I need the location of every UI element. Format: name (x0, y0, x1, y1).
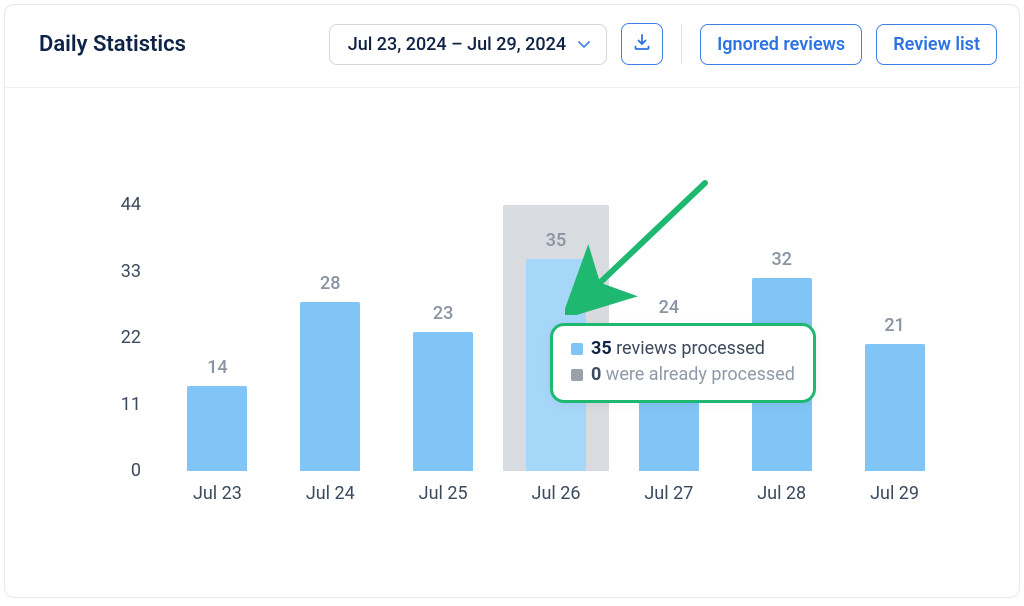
card-header: Daily Statistics Jul 23, 2024 – Jul 29, … (5, 5, 1019, 88)
chart-bar[interactable] (300, 302, 360, 471)
chart-bar[interactable] (187, 386, 247, 471)
ignored-reviews-button[interactable]: Ignored reviews (700, 24, 862, 65)
chart-bar-rect (187, 386, 247, 471)
chart-y-tick: 11 (121, 394, 141, 415)
tooltip-already-label: were already processed (601, 364, 795, 385)
swatch-already-icon (571, 369, 583, 381)
chart-y-tick: 0 (131, 460, 141, 481)
chart-x-tick: Jul 29 (870, 483, 919, 504)
chart-x-tick: Jul 26 (532, 483, 581, 504)
chart-tooltip: 35 reviews processed 0 were already proc… (550, 323, 816, 403)
header-controls: Jul 23, 2024 – Jul 29, 2024 Ignored revi… (329, 23, 997, 65)
review-list-button[interactable]: Review list (876, 24, 997, 65)
tooltip-processed-value: 35 (591, 338, 612, 359)
chart-x-tick: Jul 27 (644, 483, 693, 504)
chart-bar[interactable] (413, 332, 473, 471)
download-button[interactable] (621, 23, 663, 65)
chart-bar-value: 23 (433, 303, 453, 324)
chart-bar[interactable] (865, 344, 925, 471)
chart-bar-rect (413, 332, 473, 471)
tooltip-row-already: 0 were already processed (571, 362, 795, 388)
divider (681, 24, 682, 64)
date-range-picker[interactable]: Jul 23, 2024 – Jul 29, 2024 (329, 24, 607, 65)
chart-y-tick: 44 (121, 194, 141, 215)
date-range-text: Jul 23, 2024 – Jul 29, 2024 (348, 34, 566, 55)
chart-bar-value: 35 (546, 230, 566, 251)
chart-x-tick: Jul 23 (193, 483, 242, 504)
swatch-processed-icon (571, 343, 583, 355)
chart-x-tick: Jul 24 (306, 483, 355, 504)
page-title: Daily Statistics (39, 32, 186, 57)
chart-bar-value: 14 (207, 357, 227, 378)
annotation-arrow (565, 175, 725, 315)
chart-area: 14282335243221 35 reviews processed 0 we… (5, 95, 1019, 597)
download-icon (633, 33, 651, 55)
stats-card: Daily Statistics Jul 23, 2024 – Jul 29, … (4, 4, 1020, 598)
tooltip-row-processed: 35 reviews processed (571, 336, 795, 362)
chevron-down-icon (576, 36, 592, 52)
chart-bar-value: 32 (771, 249, 791, 270)
tooltip-already-value: 0 (591, 364, 601, 385)
chart-bar-rect (865, 344, 925, 471)
chart-y-tick: 33 (121, 261, 141, 282)
tooltip-processed-label: reviews processed (612, 338, 765, 359)
chart-x-tick: Jul 25 (419, 483, 468, 504)
chart-bar-value: 28 (320, 273, 340, 294)
chart-bar-value: 21 (884, 315, 904, 336)
chart-x-tick: Jul 28 (757, 483, 806, 504)
chart-y-tick: 22 (121, 327, 141, 348)
chart-bar-rect (300, 302, 360, 471)
